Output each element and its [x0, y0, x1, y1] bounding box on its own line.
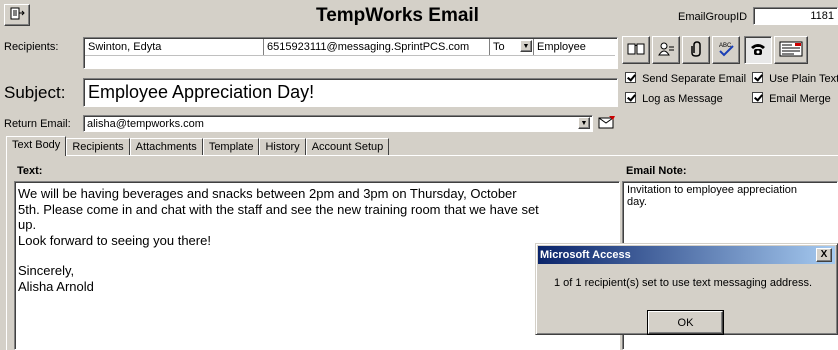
return-email-label: Return Email: — [4, 118, 71, 130]
tab-recipients[interactable]: Recipients — [66, 138, 130, 156]
spell-check-button[interactable]: ABC — [712, 36, 740, 64]
subject-label: Subject: — [4, 83, 66, 102]
contacts-button[interactable] — [652, 36, 680, 64]
text-label: Text: — [17, 165, 43, 177]
tab-page-border — [6, 155, 838, 156]
chevron-down-icon: ▼ — [580, 119, 588, 127]
to-dropdown-button[interactable]: ▼ — [520, 40, 532, 52]
new-message-button[interactable] — [4, 4, 30, 26]
email-merge-checkbox[interactable]: Email Merge — [752, 92, 831, 106]
tab-history[interactable]: History — [259, 138, 306, 156]
contacts-icon — [657, 41, 675, 60]
attachment-icon — [690, 40, 702, 60]
tab-strip: Text Body Recipients Attachments Templat… — [6, 136, 390, 156]
dialog-close-button[interactable]: X — [816, 248, 832, 262]
recipient-row[interactable]: Swinton, Edyta 6515923111@messaging.Spri… — [83, 37, 618, 69]
attachment-button[interactable] — [682, 36, 710, 64]
recipient-address[interactable]: 6515923111@messaging.SprintPCS.com — [264, 39, 489, 55]
chevron-down-icon: ▼ — [522, 42, 530, 50]
return-email-button[interactable] — [596, 113, 618, 133]
log-as-message-checkbox[interactable]: Log as Message — [625, 92, 723, 106]
form-icon — [779, 41, 803, 60]
message-dialog: Microsoft Access X 1 of 1 recipient(s) s… — [535, 243, 838, 335]
phone-button[interactable] — [744, 36, 772, 64]
recipients-label: Recipients: — [4, 41, 59, 53]
recipient-type-select[interactable]: Employee — [533, 39, 615, 55]
dialog-ok-button[interactable]: OK — [647, 310, 724, 335]
address-book-button[interactable] — [622, 36, 650, 64]
address-book-icon — [627, 42, 645, 59]
dialog-title: Microsoft Access — [540, 249, 631, 261]
send-separate-check[interactable] — [625, 72, 636, 83]
log-as-message-check[interactable] — [625, 92, 636, 103]
text-body-field[interactable]: We will be having beverages and snacks b… — [14, 181, 620, 350]
send-separate-checkbox[interactable]: Send Separate Email — [625, 72, 746, 86]
use-plain-text-checkbox[interactable]: Use Plain Text — [752, 72, 838, 86]
recipient-to-select[interactable]: To — [490, 39, 520, 55]
email-group-label: EmailGroupID — [678, 11, 748, 23]
subject-field[interactable]: Employee Appreciation Day! — [83, 78, 618, 107]
return-email-dropdown-button[interactable]: ▼ — [578, 117, 590, 129]
phone-icon — [749, 41, 767, 60]
email-merge-check[interactable] — [752, 92, 763, 103]
close-icon: X — [820, 249, 828, 260]
tab-account-setup[interactable]: Account Setup — [305, 138, 390, 156]
tab-text-body[interactable]: Text Body — [6, 136, 67, 156]
return-email-select[interactable]: alisha@tempworks.com — [83, 115, 593, 132]
dialog-message: 1 of 1 recipient(s) set to use text mess… — [554, 277, 813, 289]
form-button[interactable] — [774, 36, 808, 64]
return-email-icon — [598, 115, 616, 132]
use-plain-text-check[interactable] — [752, 72, 763, 83]
page-title: TempWorks Email — [316, 5, 479, 26]
email-group-field[interactable]: 1181 — [753, 7, 838, 25]
email-note-label: Email Note: — [626, 165, 687, 177]
tab-template[interactable]: Template — [202, 138, 260, 156]
new-message-icon — [9, 7, 25, 24]
tab-attachments[interactable]: Attachments — [129, 138, 203, 156]
recipient-name[interactable]: Swinton, Edyta — [85, 39, 263, 55]
spell-check-icon: ABC — [717, 40, 735, 61]
